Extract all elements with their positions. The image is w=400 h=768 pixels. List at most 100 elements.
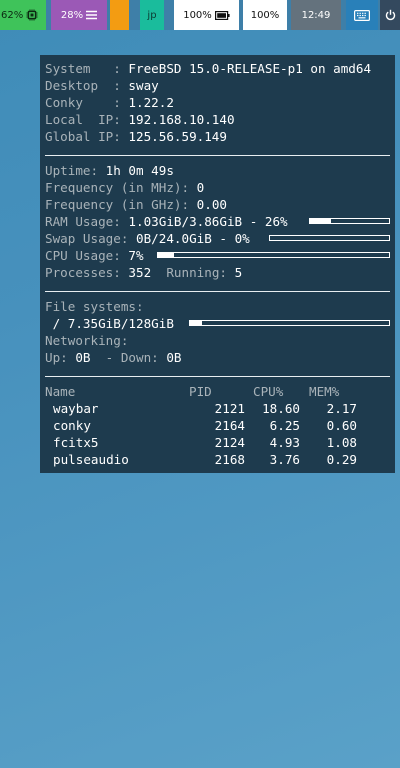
system-info-row: System : FreeBSD 15.0-RELEASE-p1 on amd6… (45, 60, 371, 77)
processes-label: Processes: (45, 265, 129, 280)
process-mem: 0.60 (326, 418, 357, 433)
process-cpu: 6.25 (269, 418, 300, 433)
power-icon (385, 9, 396, 21)
desktop-value: sway (128, 78, 159, 93)
ram-usage-bar (309, 218, 390, 224)
process-cpu: 3.76 (269, 452, 300, 467)
swap-usage-row: Swap Usage: 0B/24.0GiB - 0% (45, 230, 250, 247)
network-traffic-row: Up: 0B - Down: 0B (45, 349, 182, 366)
hamburger-menu-icon (86, 10, 98, 20)
running-label: Running: (151, 265, 235, 280)
volume-value: 100% (250, 9, 280, 21)
filesystems-heading: File systems: (45, 299, 144, 314)
desktop-label: Desktop : (45, 78, 129, 93)
up-label: Up: (45, 350, 76, 365)
col-name-header: Name (45, 384, 76, 399)
process-pid: 2121 (214, 401, 245, 416)
process-cpu: 18.60 (262, 401, 300, 416)
global-ip-value: 125.56.59.149 (128, 129, 227, 144)
root-fs-value: 7.35GiB/128GiB (67, 316, 174, 331)
global-ip-row: Global IP: 125.56.59.149 (45, 128, 227, 145)
table-row: conky 2164 6.25 0.60 (45, 417, 390, 434)
table-row: waybar 2121 18.60 2.17 (45, 400, 390, 417)
ram-value: 1.03GiB/3.86GiB - 26% (128, 214, 288, 229)
freq-ghz-label: Frequency (in GHz): (45, 197, 197, 212)
freq-mhz-value: 0 (196, 180, 205, 195)
cpu-usage-bar (157, 252, 390, 258)
col-pid-header: PID (189, 384, 212, 399)
cpu-module[interactable]: 62% (0, 0, 46, 30)
process-table-header: Name PID CPU% MEM% (45, 383, 390, 400)
divider (45, 155, 390, 156)
uptime-value: 1h 0m 49s (105, 163, 174, 178)
keyboard-module[interactable] (346, 0, 378, 30)
running-value: 5 (234, 265, 243, 280)
process-pid: 2168 (214, 452, 245, 467)
clock-value: 12:49 (301, 9, 331, 21)
global-ip-label: Global IP: (45, 129, 129, 144)
up-value: 0B (75, 350, 91, 365)
process-mem: 0.29 (326, 452, 357, 467)
swap-value: 0B/24.0GiB - 0% (136, 231, 250, 246)
col-cpu-header: CPU% (253, 384, 284, 399)
table-row: pulseaudio 2168 3.76 0.29 (45, 451, 390, 468)
process-pid: 2124 (214, 435, 245, 450)
cpu-usage-row: CPU Usage: 7% (45, 247, 144, 264)
clock-module[interactable]: 12:49 (291, 0, 341, 30)
divider (45, 376, 390, 377)
freq-ghz-value: 0.00 (196, 197, 227, 212)
process-name: conky (53, 418, 91, 433)
process-mem: 1.08 (326, 435, 357, 450)
process-name: fcitx5 (53, 435, 99, 450)
conky-version-value: 1.22.2 (128, 95, 174, 110)
process-mem: 2.17 (326, 401, 357, 416)
processes-row: Processes: 352 Running: 5 (45, 264, 242, 281)
root-fs-fill (190, 321, 202, 325)
process-name: pulseaudio (53, 452, 129, 467)
freq-mhz-row: Frequency (in MHz): 0 (45, 179, 204, 196)
networking-heading: Networking: (45, 333, 129, 348)
desktop-info-row: Desktop : sway (45, 77, 159, 94)
ram-label: RAM Usage: (45, 214, 129, 229)
conky-panel: System : FreeBSD 15.0-RELEASE-p1 on amd6… (40, 55, 395, 473)
process-cpu: 4.93 (269, 435, 300, 450)
freq-ghz-row: Frequency (in GHz): 0.00 (45, 196, 227, 213)
battery-value: 100% (183, 9, 212, 21)
local-ip-row: Local IP: 192.168.10.140 (45, 111, 235, 128)
ram-usage-fill (310, 219, 331, 223)
swap-usage-bar (269, 235, 390, 241)
process-name: waybar (53, 401, 99, 416)
memory-module[interactable]: 28% (51, 0, 107, 30)
process-pid: 2164 (214, 418, 245, 433)
uptime-label: Uptime: (45, 163, 106, 178)
col-mem-header: MEM% (309, 384, 340, 399)
swap-label: Swap Usage: (45, 231, 136, 246)
local-ip-value: 192.168.10.140 (128, 112, 235, 127)
power-module[interactable] (380, 0, 400, 30)
cpu-value: 62% (1, 9, 24, 21)
volume-module[interactable]: 100% (243, 0, 287, 30)
cpu-usage-label: CPU Usage: (45, 248, 129, 263)
down-label: - Down: (90, 350, 167, 365)
cpu-usage-value: 7% (128, 248, 144, 263)
local-ip-label: Local IP: (45, 112, 129, 127)
conky-label: Conky : (45, 95, 129, 110)
keyboard-icon (354, 9, 370, 21)
battery-icon (214, 10, 230, 20)
root-fs-bar (189, 320, 390, 326)
memory-value: 28% (60, 9, 84, 21)
root-filesystem-row: / 7.35GiB/128GiB (45, 315, 174, 332)
processes-value: 352 (128, 265, 152, 280)
uptime-row: Uptime: 1h 0m 49s (45, 162, 174, 179)
mount-point: / (45, 316, 68, 331)
down-value: 0B (166, 350, 182, 365)
language-module[interactable]: jp (140, 0, 164, 30)
system-label: System : (45, 61, 129, 76)
battery-module[interactable]: 100% (174, 0, 239, 30)
divider (45, 291, 390, 292)
status-indicator[interactable] (110, 0, 129, 30)
freq-mhz-label: Frequency (in MHz): (45, 180, 197, 195)
ram-usage-row: RAM Usage: 1.03GiB/3.86GiB - 26% (45, 213, 288, 230)
conky-version-row: Conky : 1.22.2 (45, 94, 174, 111)
waybar: 62% 28% jp 100% 100% 12:49 (0, 0, 400, 30)
